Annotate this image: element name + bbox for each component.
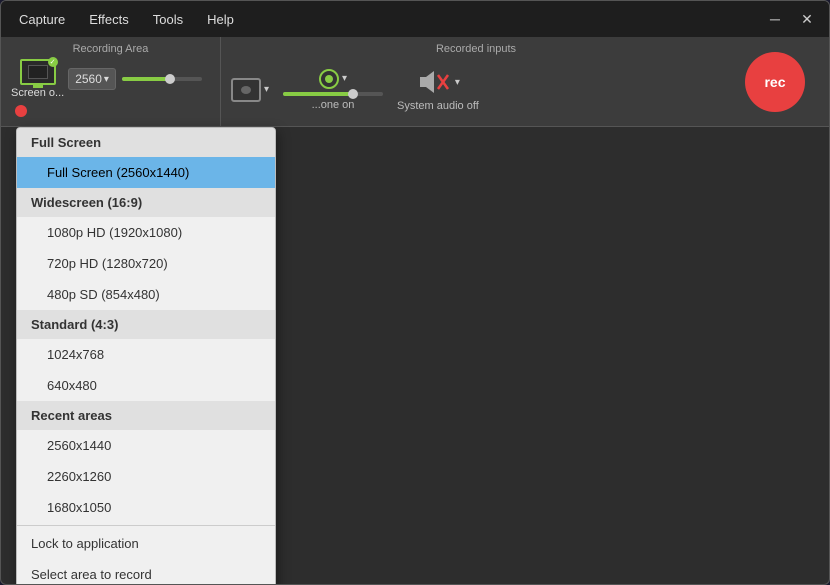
area-slider (122, 77, 202, 81)
resolution-dropdown[interactable]: 2560 ▾ (68, 68, 116, 90)
inputs-row: ▾ ▾ (231, 59, 721, 120)
standard-header: Standard (4:3) (17, 310, 275, 339)
fullscreen-option-1440[interactable]: Full Screen (2560x1440) (17, 157, 275, 188)
window-controls: ─ ✕ (761, 5, 821, 33)
mic-label: ...one on (312, 99, 355, 111)
option-640x480[interactable]: 640x480 (17, 370, 275, 401)
mic-slider (283, 92, 383, 96)
option-2260x1260[interactable]: 2260x1260 (17, 461, 275, 492)
option-480p[interactable]: 480p SD (854x480) (17, 279, 275, 310)
menu-capture[interactable]: Capture (9, 8, 75, 31)
resolution-dropdown-menu: Full Screen Full Screen (2560x1440) Wide… (16, 127, 276, 585)
recording-area-controls: ✓ Screen o... 2560 ▾ (11, 59, 210, 117)
screen-selector[interactable]: ✓ Screen o... (11, 59, 64, 99)
screen-label: Screen o... (11, 87, 64, 99)
rec-button-container: rec (731, 37, 829, 126)
slider-fill (122, 77, 170, 81)
option-1024x768[interactable]: 1024x768 (17, 339, 275, 370)
menu-divider (17, 525, 275, 526)
system-audio-icon (416, 67, 452, 97)
audio-dropdown-arrow: ▾ (455, 77, 460, 88)
lock-to-app-action[interactable]: Lock to application (17, 528, 275, 559)
recent-areas-header: Recent areas (17, 401, 275, 430)
option-1080p[interactable]: 1080p HD (1920x1080) (17, 217, 275, 248)
mic-slider-fill (283, 92, 353, 96)
mic-dropdown-arrow: ▾ (342, 73, 347, 84)
screen-icon: ✓ (20, 59, 56, 85)
webcam-icon (231, 78, 261, 102)
widescreen-header: Widescreen (16:9) (17, 188, 275, 217)
option-1680x1050[interactable]: 1680x1050 (17, 492, 275, 523)
recorded-inputs-label: Recorded inputs (231, 43, 721, 55)
option-2560x1440[interactable]: 2560x1440 (17, 430, 275, 461)
menu-effects[interactable]: Effects (79, 8, 139, 31)
webcam-dropdown-arrow: ▾ (264, 84, 269, 95)
mic-slider-thumb[interactable] (348, 89, 358, 99)
recorded-inputs-section: Recorded inputs ▾ (221, 37, 731, 126)
slider-track (122, 77, 202, 81)
webcam-group: ▾ (231, 78, 269, 102)
system-audio-group[interactable]: ▾ System audio off (397, 67, 479, 112)
menu-tools[interactable]: Tools (143, 8, 193, 31)
menu-help[interactable]: Help (197, 8, 244, 31)
mic-control[interactable]: ▾ ...one on (283, 69, 383, 111)
minimize-button[interactable]: ─ (761, 5, 789, 33)
slider-thumb[interactable] (165, 74, 175, 84)
mic-slider-track (283, 92, 383, 96)
select-area-action[interactable]: Select area to record (17, 559, 275, 585)
close-button[interactable]: ✕ (793, 5, 821, 33)
system-audio-label: System audio off (397, 100, 479, 112)
main-toolbar: Recording Area ✓ Screen o... 2560 (1, 37, 829, 127)
screen-check-badge: ✓ (48, 57, 58, 67)
title-bar: Capture Effects Tools Help ─ ✕ (1, 1, 829, 37)
option-720p[interactable]: 720p HD (1280x720) (17, 248, 275, 279)
mic-icon (319, 69, 339, 89)
recording-area-section: Recording Area ✓ Screen o... 2560 (1, 37, 221, 126)
record-indicator (15, 105, 27, 117)
recording-area-label: Recording Area (11, 43, 210, 55)
app-window: Capture Effects Tools Help ─ ✕ Recording… (0, 0, 830, 585)
rec-button[interactable]: rec (745, 52, 805, 112)
menu-bar: Capture Effects Tools Help (9, 8, 761, 31)
fullscreen-header: Full Screen (17, 128, 275, 157)
webcam-control[interactable]: ▾ (231, 78, 269, 102)
mic-group: ▾ ...one on (283, 69, 383, 111)
